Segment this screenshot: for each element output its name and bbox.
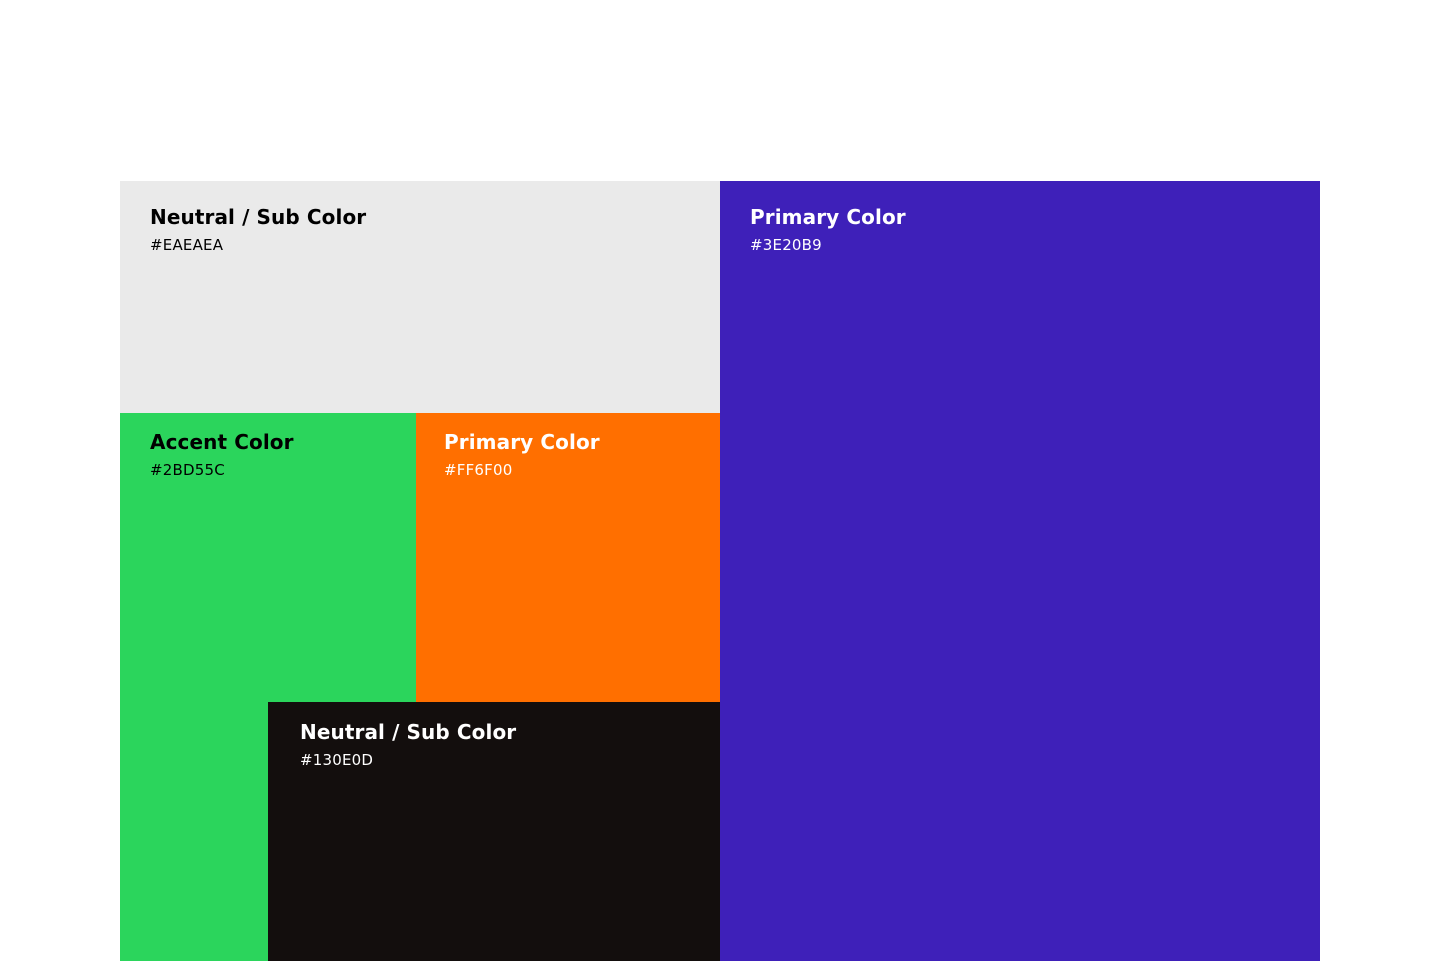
color-swatch-primary-purple: Primary Color #3E20B9 — [720, 181, 1320, 961]
swatch-name: Neutral / Sub Color — [300, 720, 517, 744]
color-swatch-neutral-dark: Neutral / Sub Color #130E0D — [268, 702, 720, 961]
swatch-hex-code: #3E20B9 — [750, 236, 822, 254]
swatch-hex-code: #2BD55C — [150, 461, 225, 479]
swatch-name: Primary Color — [444, 430, 600, 454]
color-swatch-neutral-light: Neutral / Sub Color #EAEAEA — [120, 181, 720, 413]
swatch-hex-code: #EAEAEA — [150, 236, 224, 254]
swatch-name: Neutral / Sub Color — [150, 205, 367, 229]
swatch-name: Accent Color — [150, 430, 294, 454]
swatch-hex-code: #130E0D — [300, 751, 374, 769]
swatch-name: Primary Color — [750, 205, 906, 229]
color-swatch-primary-orange: Primary Color #FF6F00 — [416, 413, 720, 702]
swatch-hex-code: #FF6F00 — [444, 461, 513, 479]
